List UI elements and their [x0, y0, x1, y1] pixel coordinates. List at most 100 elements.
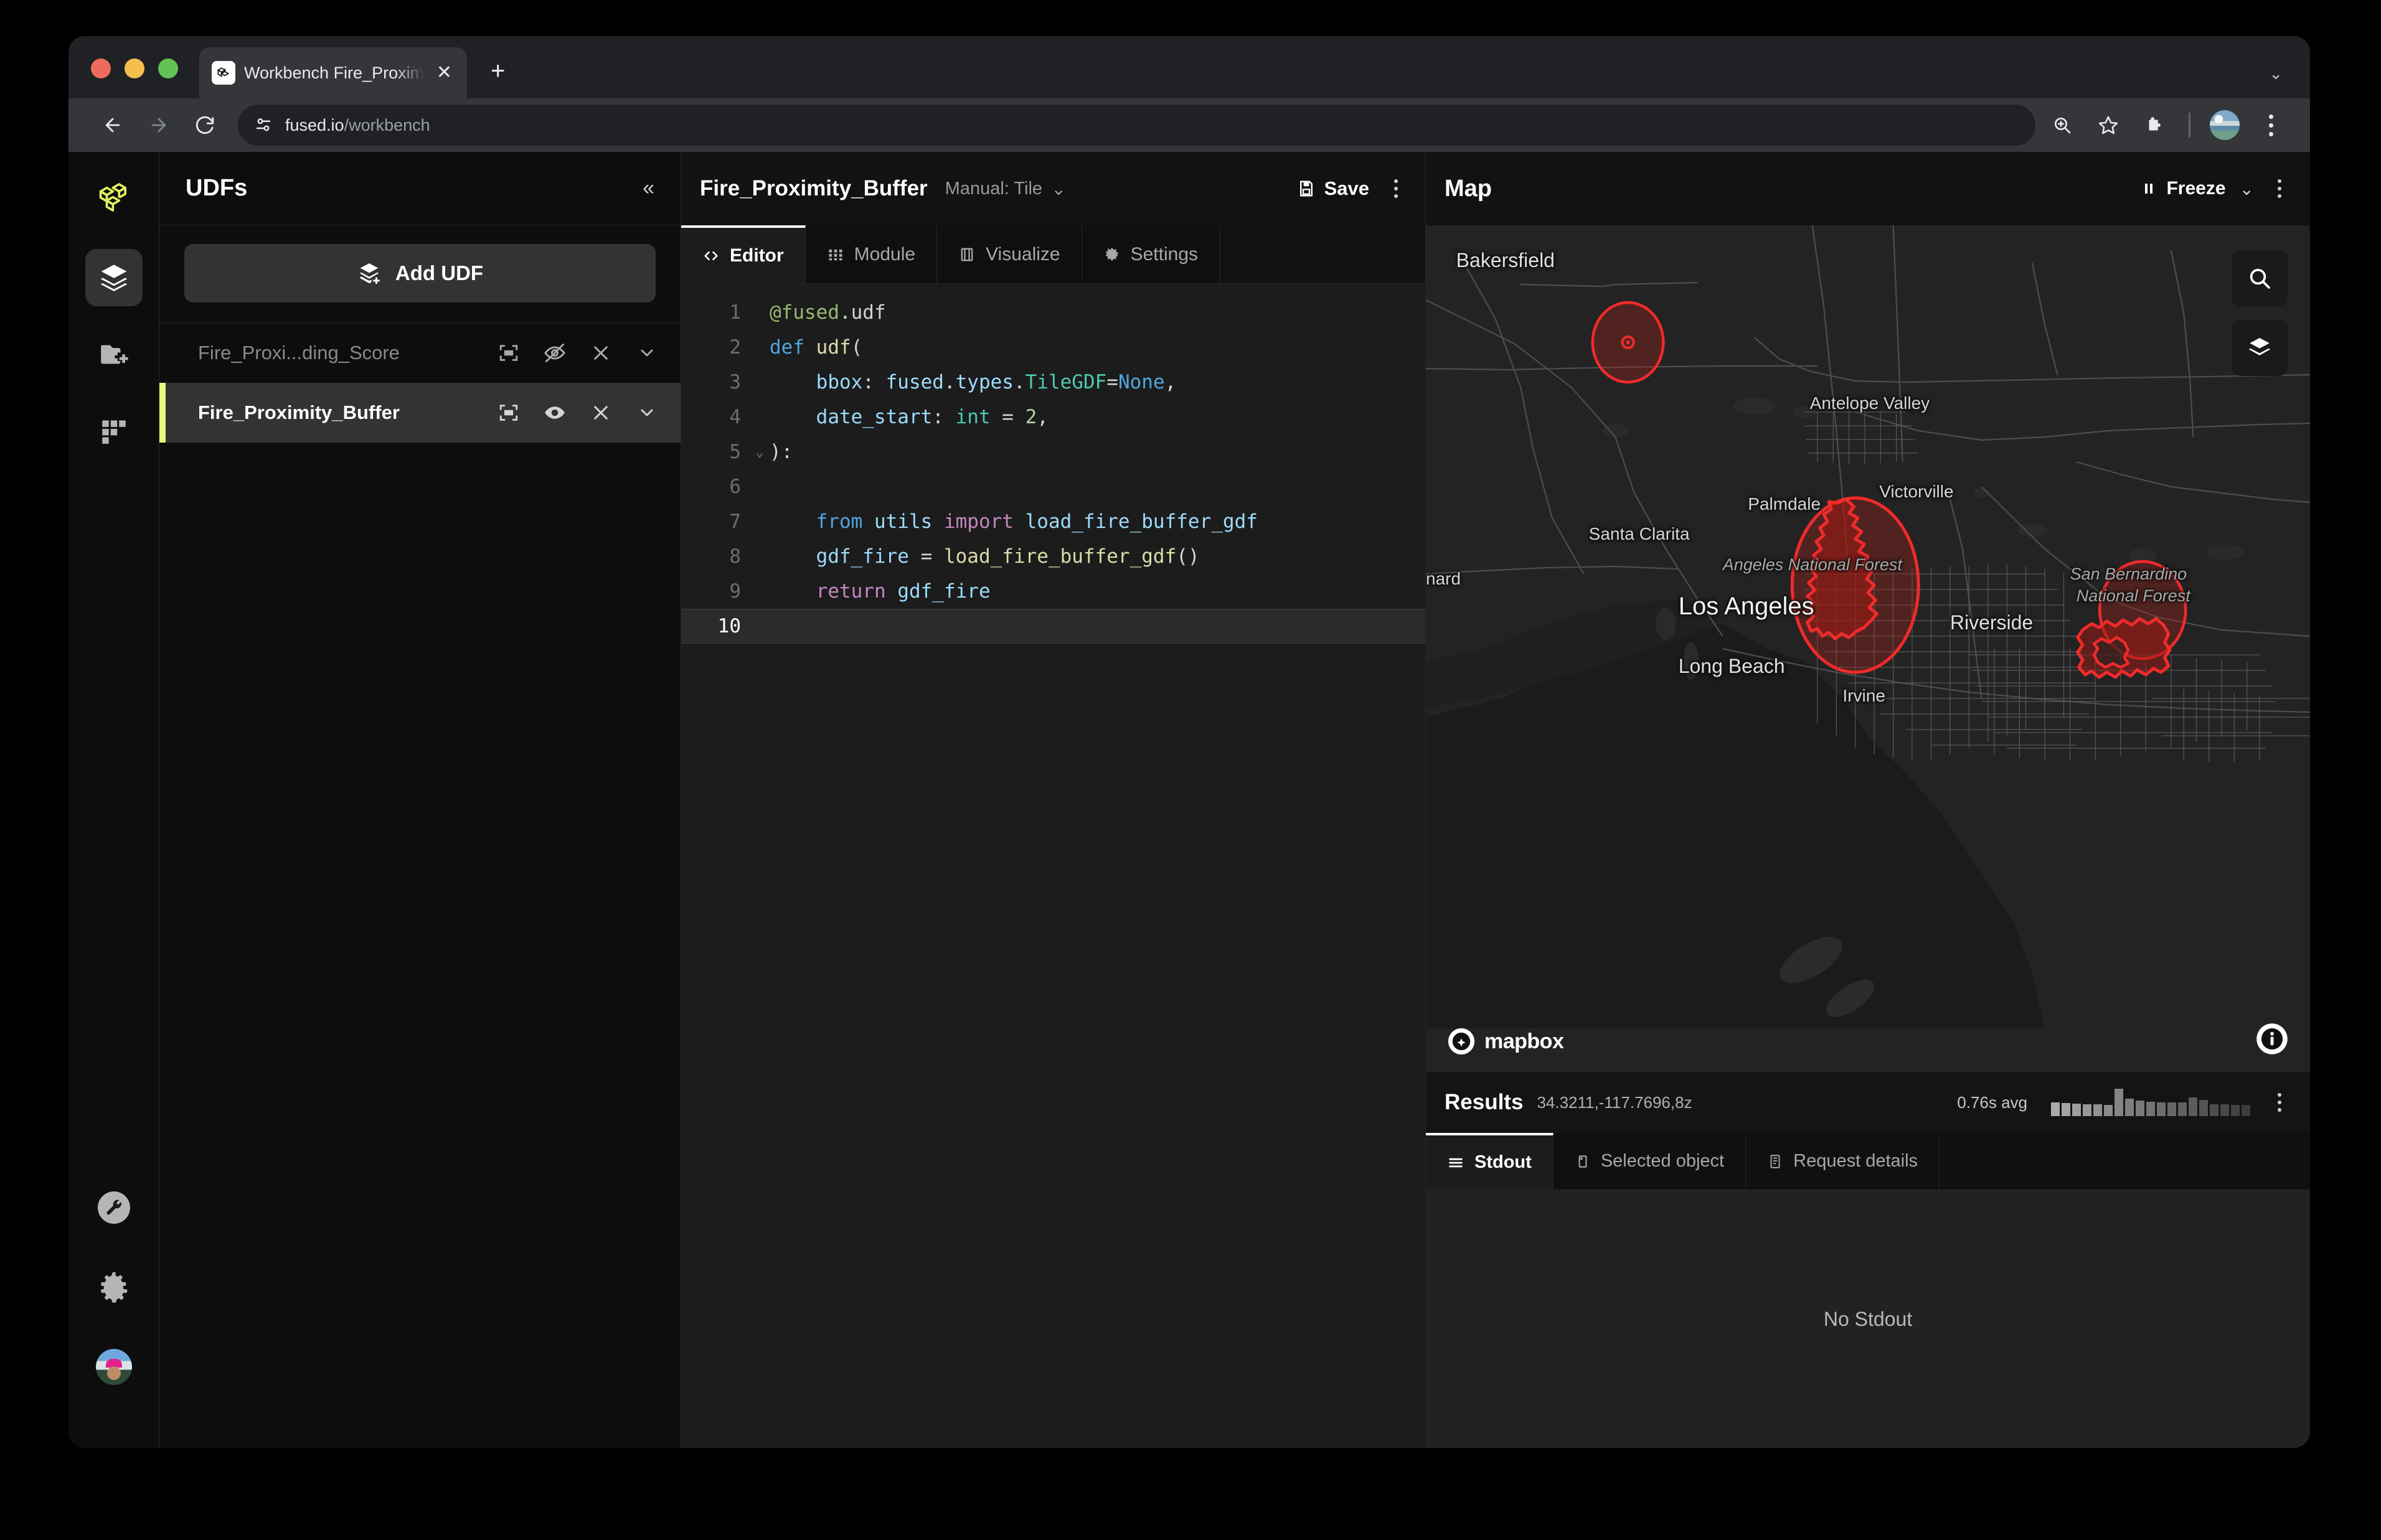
tab-label: Module [854, 243, 916, 265]
sparkline-bar [2136, 1101, 2144, 1116]
back-icon[interactable] [90, 102, 136, 148]
browser-tab-strip: Workbench Fire_Proximity_Bu ✕ + ⌄ [68, 36, 2310, 98]
map-panel: Map Freeze ⌄ Bakersfield Antelope Valley… [1426, 152, 2310, 1448]
tab-list-chevron-icon[interactable]: ⌄ [2269, 64, 2283, 83]
left-icon-rail [68, 152, 159, 1448]
gear-icon [1103, 246, 1121, 263]
tab-settings[interactable]: Settings [1082, 225, 1220, 283]
code-line[interactable]: 3 bbox: fused.types.TileGDF=None, [681, 365, 1425, 400]
url-domain: fused.io [285, 115, 344, 134]
address-bar[interactable]: fused.io/workbench [238, 105, 2035, 146]
zoom-in-icon[interactable] [2042, 105, 2083, 146]
editor-header: Fire_Proximity_Buffer Manual: Tile ⌄ Sav… [681, 152, 1425, 225]
code-editor[interactable]: 1 @fused.udf 2 def udf(3 bbox: fused.types.… [681, 284, 1425, 1448]
map-info-button[interactable] [2255, 1022, 2289, 1056]
code-line[interactable]: 5 ⌄): [681, 434, 1425, 469]
chevron-down-icon: ⌄ [1051, 179, 1067, 199]
save-button[interactable]: Save [1297, 177, 1369, 200]
freeze-button[interactable]: Freeze [2141, 178, 2226, 199]
results-menu-button[interactable] [2270, 1088, 2289, 1117]
visibility-icon[interactable] [542, 400, 567, 425]
fit-bounds-icon[interactable] [496, 400, 521, 425]
search-icon [2250, 268, 2270, 289]
freeze-chevron-icon[interactable]: ⌄ [2240, 179, 2254, 199]
fold-toggle-icon[interactable]: ⌄ [750, 444, 770, 460]
code-line[interactable]: 2 def udf( [681, 330, 1425, 365]
sidebar-item-wrench[interactable] [85, 1179, 143, 1236]
code-line[interactable]: 9 return gdf_fire [681, 574, 1425, 609]
sidebar-item-settings[interactable] [85, 1259, 143, 1316]
map-layers-button[interactable] [2232, 320, 2288, 376]
sparkline-bar [2083, 1104, 2091, 1116]
udf-name: Fire_Proximity_Buffer [198, 401, 400, 423]
tab-label: Selected object [1600, 1151, 1725, 1171]
udf-list-item[interactable]: Fire_Proximity_Buffer [159, 383, 681, 443]
freeze-label: Freeze [2166, 178, 2226, 199]
visibility-icon[interactable] [542, 340, 567, 365]
results-avg-time: 0.76s avg [1957, 1092, 2027, 1112]
chevron-down-icon[interactable] [634, 340, 659, 365]
fused-logo-icon[interactable] [85, 173, 143, 230]
sidebar-item-blocks[interactable] [85, 401, 143, 458]
sparkline-bar [2051, 1102, 2060, 1116]
run-mode-dropdown[interactable]: Manual: Tile ⌄ [945, 178, 1067, 200]
udf-list-item[interactable]: Fire_Proxi...ding_Score [159, 323, 681, 383]
new-tab-button[interactable]: + [491, 59, 505, 98]
browser-menu-icon[interactable] [2250, 105, 2291, 146]
udfs-panel-header: UDFs « [159, 152, 681, 225]
map-canvas[interactable]: Bakersfield Antelope Valley Palmdale Victor… [1426, 225, 2310, 1072]
profile-avatar[interactable] [2204, 105, 2245, 146]
add-udf-button[interactable]: Add UDF [184, 244, 656, 303]
browser-tab[interactable]: Workbench Fire_Proximity_Bu ✕ [199, 47, 467, 98]
extensions-icon[interactable] [2134, 105, 2175, 146]
tab-module[interactable]: Module [805, 225, 938, 283]
sparkline-bar [2072, 1104, 2081, 1116]
collapse-panel-button[interactable]: « [643, 176, 654, 200]
results-tab-request-details[interactable]: Request details [1746, 1133, 1940, 1190]
code-line[interactable]: 4 date_start: int = 2, [681, 400, 1425, 434]
tab-visualize[interactable]: Visualize [937, 225, 1082, 283]
tab-label: Stdout [1474, 1152, 1532, 1172]
fused-favicon-icon [212, 61, 235, 85]
line-number: 6 [729, 476, 741, 498]
page-title: UDFs [186, 175, 248, 201]
sparkline-bar [2115, 1089, 2123, 1116]
minimize-window-button[interactable] [125, 59, 144, 78]
map-search-button[interactable] [2232, 250, 2288, 306]
code-text: gdf_fire = load_fire_buffer_gdf() [770, 545, 1200, 568]
code-line[interactable]: 8 gdf_fire = load_fire_buffer_gdf() [681, 539, 1425, 574]
sparkline-bar [2125, 1099, 2134, 1116]
user-avatar[interactable] [85, 1338, 143, 1396]
fit-bounds-icon[interactable] [496, 340, 521, 365]
code-line[interactable]: 7 from utils import load_fire_buffer_gdf [681, 504, 1425, 539]
url-path: /workbench [344, 115, 430, 134]
reload-icon[interactable] [182, 102, 228, 148]
editor-menu-button[interactable] [1387, 174, 1405, 203]
close-window-button[interactable] [91, 59, 111, 78]
sidebar-item-layers[interactable] [85, 249, 143, 306]
code-line[interactable]: 10 [681, 609, 1425, 644]
object-icon [1575, 1153, 1591, 1170]
chevron-down-icon[interactable] [634, 400, 659, 425]
sidebar-item-folder-add[interactable] [85, 325, 143, 382]
line-number: 8 [729, 545, 741, 568]
results-tab-stdout[interactable]: Stdout [1426, 1133, 1554, 1190]
code-line[interactable]: 6 [681, 469, 1425, 504]
map-menu-button[interactable] [2270, 174, 2289, 203]
code-line[interactable]: 1 @fused.udf [681, 295, 1425, 330]
results-tab-selected-object[interactable]: Selected object [1553, 1133, 1747, 1190]
close-icon[interactable] [588, 400, 613, 425]
tab-close-icon[interactable]: ✕ [433, 60, 456, 86]
tab-editor[interactable]: Editor [681, 225, 806, 283]
toolbar-divider [2189, 113, 2190, 138]
maximize-window-button[interactable] [158, 59, 178, 78]
udf-name: Fire_Proxi...ding_Score [198, 342, 400, 364]
mapbox-label: mapbox [1484, 1029, 1564, 1053]
forward-icon[interactable] [136, 102, 182, 148]
close-icon[interactable] [588, 340, 613, 365]
sparkline-bar [2242, 1105, 2250, 1116]
mapbox-attribution[interactable]: mapbox [1447, 1027, 1564, 1056]
line-number: 1 [729, 301, 741, 324]
bookmark-star-icon[interactable] [2088, 105, 2129, 146]
site-settings-icon[interactable] [254, 116, 273, 134]
